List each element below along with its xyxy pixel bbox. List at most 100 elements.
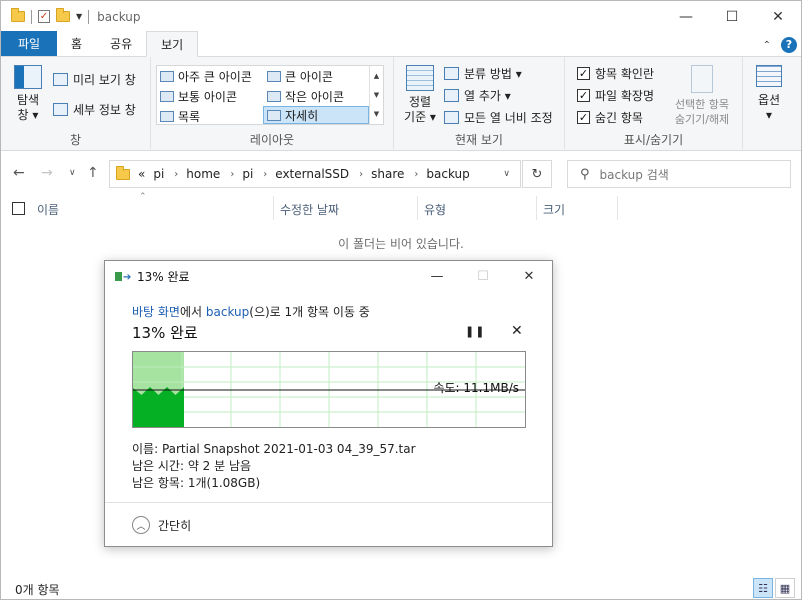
large-icons-view-icon[interactable]: ▦ (775, 578, 795, 598)
file-extensions-toggle[interactable]: ✓ 파일 확장명 (577, 87, 654, 104)
ribbon-tabs: 파일 홈 공유 보기 ⌃ ? (1, 31, 801, 57)
column-divider[interactable] (273, 196, 274, 220)
medium-icons-icon (160, 91, 174, 102)
group-by-button[interactable]: 분류 방법 ▾ (444, 65, 522, 82)
chevron-right-icon[interactable]: › (414, 169, 418, 180)
navigation-bar: ← → ∨ ↑ « pi › home › pi › externalSSD ›… (1, 157, 801, 190)
column-divider[interactable] (617, 196, 618, 220)
layout-large-icons[interactable]: 큰 아이콘 (267, 68, 333, 85)
expand-ribbon-icon[interactable]: ⌃ (763, 40, 771, 51)
tab-home[interactable]: 홈 (57, 31, 96, 56)
details-pane-button[interactable]: 세부 정보 창 (53, 101, 136, 118)
destination-link[interactable]: backup (206, 305, 249, 319)
group-label: 표시/숨기기 (623, 133, 684, 147)
column-date-modified[interactable]: 수정한 날짜 (280, 201, 339, 218)
column-divider[interactable] (417, 196, 418, 220)
options-button[interactable]: 옵션 ▾ (749, 65, 789, 123)
explorer-window: ✓ ▼ backup — ☐ ✕ 파일 홈 공유 보기 ⌃ ? 탐색 창 ▾ 미… (0, 0, 802, 600)
checkbox-checked[interactable]: ✓ (577, 111, 590, 124)
items-remaining: 남은 항목: 1개(1.08GB) (132, 476, 261, 490)
dialog-minimize-button[interactable]: — (414, 261, 460, 291)
progress-dialog: ➔ 13% 완료 — ☐ ✕ 바탕 화면에서 backup(으)로 1개 항목 … (104, 260, 553, 547)
breadcrumb-item[interactable]: pi (153, 167, 164, 181)
minimize-button[interactable]: — (663, 1, 709, 32)
layout-details[interactable]: 자세히 (263, 106, 369, 124)
scroll-down-icon[interactable]: ▼ (374, 91, 379, 99)
hidden-items-toggle[interactable]: ✓ 숨긴 항목 (577, 109, 643, 126)
breadcrumb-item[interactable]: home (186, 167, 220, 181)
refresh-button[interactable]: ↻ (522, 160, 552, 188)
breadcrumb-item[interactable]: share (371, 167, 404, 181)
maximize-button[interactable]: ☐ (709, 1, 755, 32)
pause-button[interactable]: ❚❚ (465, 325, 485, 338)
recent-locations-icon[interactable]: ∨ (69, 168, 76, 178)
column-name[interactable]: 이름 (37, 201, 59, 218)
column-divider[interactable] (536, 196, 537, 220)
expand-gallery-icon[interactable]: ▼ (374, 110, 379, 118)
view-switcher: ☷ ▦ (753, 578, 795, 598)
breadcrumb-overflow[interactable]: « (138, 167, 145, 181)
add-columns-button[interactable]: 열 추가 ▾ (444, 87, 511, 104)
breadcrumb-item[interactable]: backup (426, 167, 469, 181)
help-icon[interactable]: ? (781, 37, 797, 53)
select-all-checkbox[interactable] (12, 202, 25, 215)
address-bar[interactable]: « pi › home › pi › externalSSD › share ›… (109, 160, 521, 188)
tab-file[interactable]: 파일 (1, 31, 57, 56)
layout-list[interactable]: 목록 (160, 108, 200, 125)
details-view-icon[interactable]: ☷ (753, 578, 773, 598)
extra-large-icons-icon (160, 71, 174, 82)
tab-view[interactable]: 보기 (146, 31, 199, 57)
layout-scroll[interactable]: ▲ ▼ ▼ (369, 66, 383, 124)
hide-selected-button[interactable]: 선택한 항목 숨기기/해제 (667, 65, 737, 127)
status-bar: 0개 항목 ☷ ▦ (1, 577, 801, 599)
layout-small-icons[interactable]: 작은 아이콘 (267, 88, 344, 105)
title-bar: ✓ ▼ backup — ☐ ✕ (1, 1, 801, 32)
pane-group: 탐색 창 ▾ 미리 보기 창 세부 정보 창 창 (1, 57, 151, 151)
properties-icon[interactable]: ✓ (38, 10, 50, 23)
navigation-pane-button[interactable]: 탐색 창 ▾ (9, 65, 47, 123)
hide-selected-icon (691, 65, 713, 93)
add-columns-icon (444, 89, 459, 102)
search-placeholder: backup 검색 (599, 167, 669, 182)
dialog-title: 13% 완료 (137, 269, 190, 284)
chevron-right-icon[interactable]: › (359, 169, 363, 180)
checkbox-checked[interactable]: ✓ (577, 67, 590, 80)
folder-icon (11, 8, 25, 22)
chevron-right-icon[interactable]: › (230, 169, 234, 180)
options-icon (756, 65, 782, 87)
sort-ascending-icon: ⌃ (139, 192, 147, 202)
column-size[interactable]: 크기 (543, 201, 565, 218)
item-checkboxes-toggle[interactable]: ✓ 항목 확인란 (577, 65, 654, 82)
group-by-icon (444, 67, 459, 80)
preview-pane-button[interactable]: 미리 보기 창 (53, 71, 136, 88)
cancel-button[interactable]: ✕ (511, 323, 523, 339)
up-arrow-icon[interactable]: ↑ (87, 165, 99, 181)
layout-extra-large-icons[interactable]: 아주 큰 아이콘 (160, 68, 252, 85)
new-folder-icon[interactable] (56, 8, 70, 22)
column-type[interactable]: 유형 (424, 201, 446, 218)
transfer-speed-graph: 속도: 11.1MB/s (132, 351, 526, 428)
customize-toolbar-icon[interactable]: ▼ (76, 12, 82, 21)
search-input[interactable]: ⚲ backup 검색 (567, 160, 791, 188)
forward-arrow-icon[interactable]: → (41, 165, 53, 181)
back-arrow-icon[interactable]: ← (13, 165, 25, 181)
source-link[interactable]: 바탕 화면 (132, 305, 180, 319)
breadcrumb-item[interactable]: externalSSD (275, 167, 349, 181)
ribbon: 탐색 창 ▾ 미리 보기 창 세부 정보 창 창 레이아웃 아주 큰 아이콘 큰… (1, 57, 801, 151)
chevron-down-icon[interactable]: ∨ (503, 169, 510, 179)
layout-medium-icons[interactable]: 보통 아이콘 (160, 88, 237, 105)
tab-share[interactable]: 공유 (96, 31, 146, 56)
fewer-details-button[interactable]: ︿ 간단히 (132, 516, 191, 534)
large-icons-icon (267, 71, 281, 82)
preview-pane-icon (53, 73, 68, 86)
checkbox-checked[interactable]: ✓ (577, 89, 590, 102)
breadcrumb-item[interactable]: pi (242, 167, 253, 181)
scroll-up-icon[interactable]: ▲ (374, 72, 379, 80)
chevron-right-icon[interactable]: › (263, 169, 267, 180)
dialog-close-button[interactable]: ✕ (506, 261, 552, 291)
close-button[interactable]: ✕ (755, 1, 801, 32)
sort-by-button[interactable]: 정렬 기준 ▾ (400, 65, 440, 125)
chevron-right-icon[interactable]: › (174, 169, 178, 180)
fit-columns-button[interactable]: 모든 열 너비 조정 (444, 109, 553, 126)
list-icon (160, 111, 174, 122)
